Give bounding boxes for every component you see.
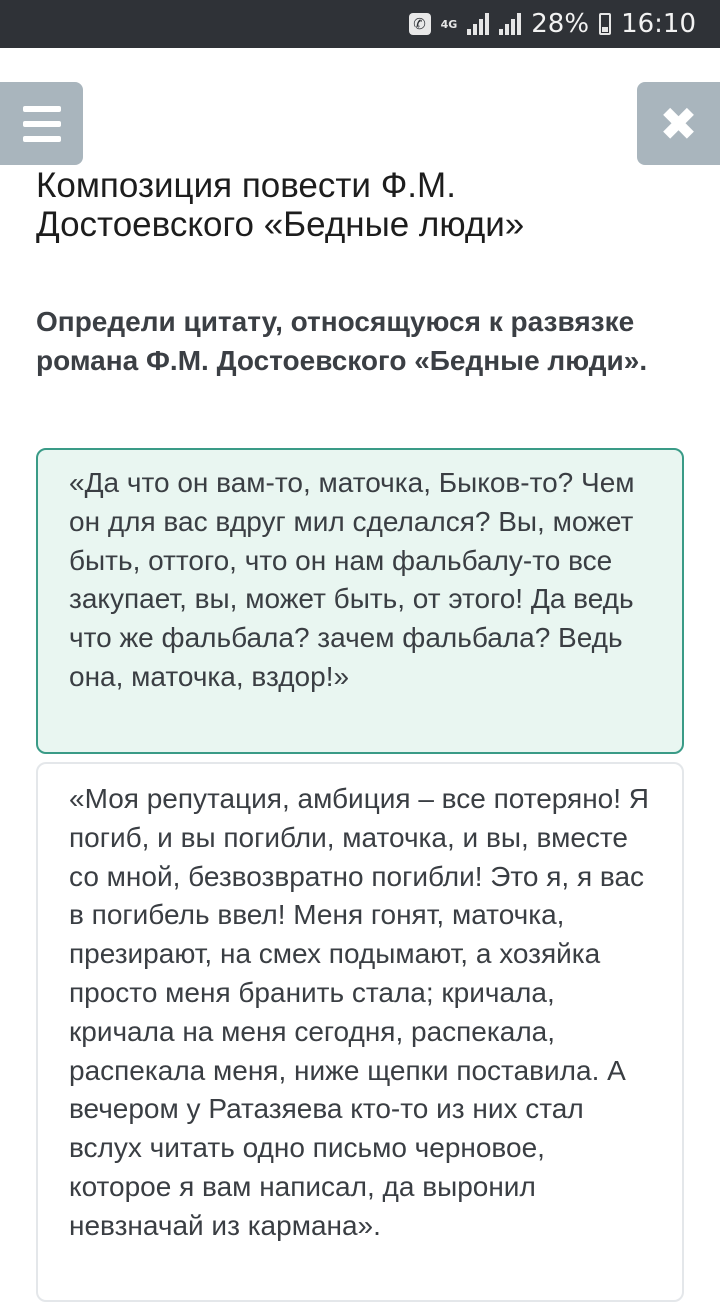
hamburger-menu-icon[interactable] [0, 82, 83, 165]
signal-icon-2 [499, 13, 522, 35]
answer-text: «Моя репутация, амбиция – все потеряно! … [69, 783, 650, 1241]
clock-text: 16:10 [621, 9, 696, 39]
phone-icon: ✆ [408, 13, 431, 35]
answer-option[interactable]: «Моя репутация, амбиция – все потеряно! … [36, 762, 684, 1302]
battery-percent: 28% [531, 9, 589, 39]
signal-icon [467, 13, 490, 35]
question-text: Определи цитату, относящуюся к развязке … [36, 306, 648, 376]
battery-percent-text: 28% [531, 9, 590, 39]
network-indicator: 4G [441, 19, 458, 30]
answer-text: «Да что он вам-то, маточка, Быков-то? Че… [69, 467, 635, 692]
close-icon[interactable]: ✖ [637, 82, 720, 165]
answer-option-selected[interactable]: «Да что он вам-то, маточка, Быков-то? Че… [36, 448, 684, 754]
status-bar: ✆ 4G 28% 16:10 [0, 0, 720, 48]
page-title: Композиция повести Ф.М. Достоевского «Бе… [36, 166, 525, 244]
clock: 16:10 [621, 9, 696, 39]
battery-icon [599, 13, 612, 35]
network-label: 4G [440, 17, 458, 31]
